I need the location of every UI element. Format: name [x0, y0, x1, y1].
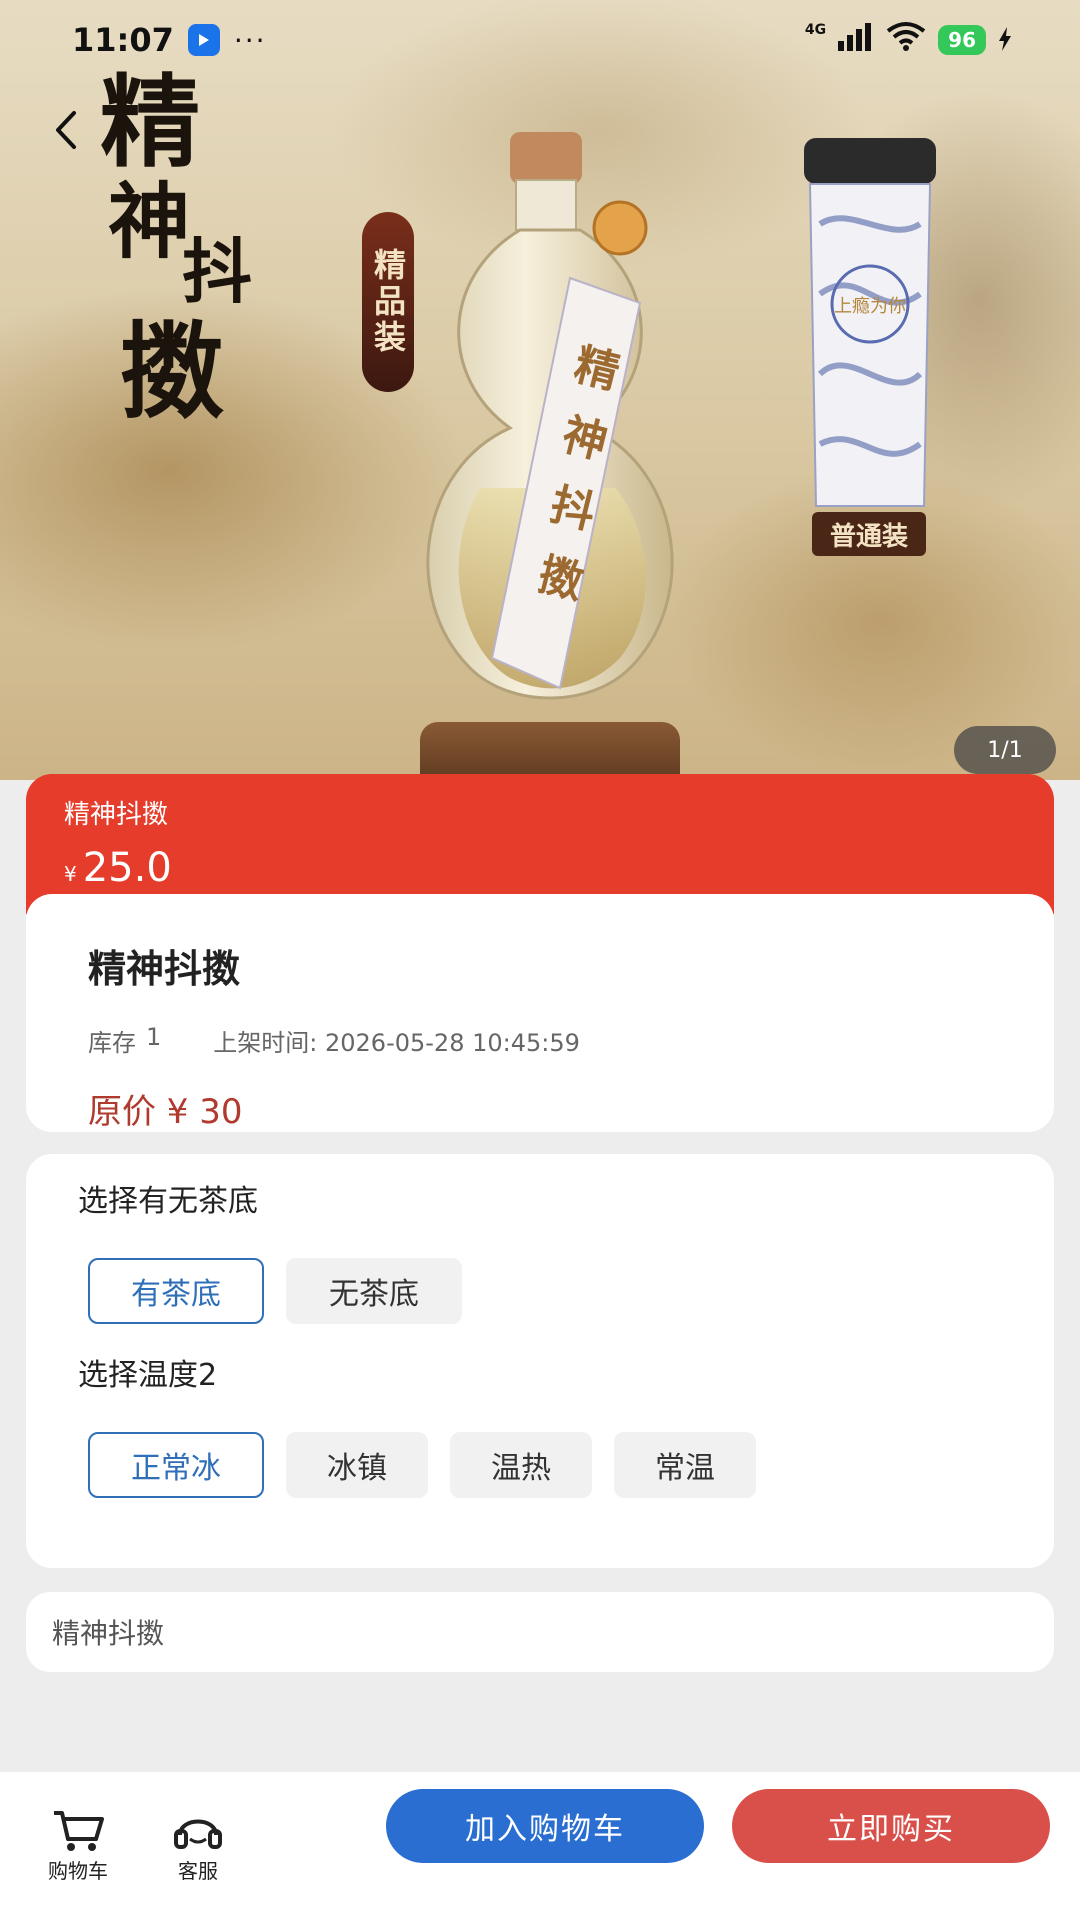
wooden-pedestal: [420, 722, 680, 780]
service-label: 客服: [178, 1858, 218, 1883]
bottom-action-bar: 购物车 客服 加入购物车 立即购买: [0, 1772, 1080, 1920]
status-left: 11:07 ···: [72, 21, 267, 59]
calligraphy-char-4: 擞: [120, 310, 225, 433]
banner-product-name: 精神抖擞: [64, 800, 169, 830]
tea-base-choices: 有茶底 无茶底: [88, 1258, 1002, 1324]
battery-indicator: 96: [938, 25, 986, 55]
normal-package-tag: 普通装: [812, 512, 926, 556]
image-counter: 1/1: [954, 726, 1056, 774]
svg-text:上瘾为你: 上瘾为你: [834, 296, 906, 317]
wifi-icon: [886, 21, 926, 59]
chip-warm[interactable]: 温热: [450, 1432, 592, 1498]
back-button[interactable]: [36, 100, 96, 160]
calligraphy-char-3: 抖: [182, 230, 252, 313]
status-right: 4G 96: [805, 21, 1012, 59]
options-card: 选择有无茶底 有茶底 无茶底 选择温度2 正常冰 冰镇 温热 常温: [26, 1154, 1054, 1568]
gourd-bottle-image: 精 神 抖 擞: [426, 132, 674, 700]
price-value: 25.0: [82, 845, 172, 891]
network-type: 4G: [804, 22, 827, 38]
more-notifications-icon: ···: [233, 23, 267, 57]
temperature-choices: 正常冰 冰镇 温热 常温: [88, 1432, 1002, 1498]
stock-value: 1: [146, 1023, 162, 1051]
chip-with-tea-base[interactable]: 有茶底: [88, 1258, 264, 1324]
listing-time: 上架时间: 2026-05-28 10:45:59: [213, 1029, 580, 1057]
app-notification-icon: [187, 24, 220, 56]
product-description: 精神抖擞: [26, 1592, 1054, 1672]
chevron-left-icon: [56, 111, 76, 149]
cart-nav-button[interactable]: 购物车: [28, 1809, 128, 1884]
customer-service-button[interactable]: 客服: [148, 1809, 248, 1884]
stock-label: 库存: [88, 1029, 136, 1057]
currency-symbol: ¥: [64, 862, 77, 886]
add-to-cart-button[interactable]: 加入购物车: [386, 1789, 704, 1863]
original-price: 原价 ¥ 30: [88, 1092, 243, 1132]
signal-icon: [838, 21, 874, 59]
banner-price: ¥ 25.0: [64, 845, 1016, 891]
stock-info: 库存 1: [88, 1023, 161, 1058]
charging-icon: [998, 21, 1012, 59]
chip-room-temp[interactable]: 常温: [614, 1432, 756, 1498]
chip-chilled[interactable]: 冰镇: [286, 1432, 428, 1498]
chip-normal-ice[interactable]: 正常冰: [88, 1432, 264, 1498]
price-banner: 精神抖擞 ¥ 25.0: [26, 774, 1054, 914]
product-image-banner[interactable]: 11:07 ··· 4G 96 精 神 抖 擞 精品装 精 神 抖 擞 上瘾为你…: [0, 0, 1080, 780]
product-title: 精神抖擞: [88, 947, 241, 991]
product-meta: 库存 1 上架时间: 2026-05-28 10:45:59: [88, 1023, 992, 1058]
calligraphy-char-2: 神: [108, 174, 191, 270]
status-time: 11:07: [72, 21, 174, 59]
product-info-card: 精神抖擞 库存 1 上架时间: 2026-05-28 10:45:59 原价 ¥…: [26, 894, 1054, 1132]
paper-cup-image: 上瘾为你: [804, 138, 936, 507]
temperature-option-title: 选择温度2: [78, 1358, 218, 1393]
cart-label: 购物车: [48, 1858, 108, 1883]
chip-without-tea-base[interactable]: 无茶底: [286, 1258, 462, 1324]
cart-icon: [54, 1810, 104, 1851]
calligraphy-title: 精 神 抖 擞: [100, 72, 270, 442]
calligraphy-char-1: 精: [100, 63, 200, 181]
tea-base-option-title: 选择有无茶底: [78, 1184, 258, 1219]
headset-icon: [174, 1819, 222, 1849]
buy-now-button[interactable]: 立即购买: [732, 1789, 1050, 1863]
